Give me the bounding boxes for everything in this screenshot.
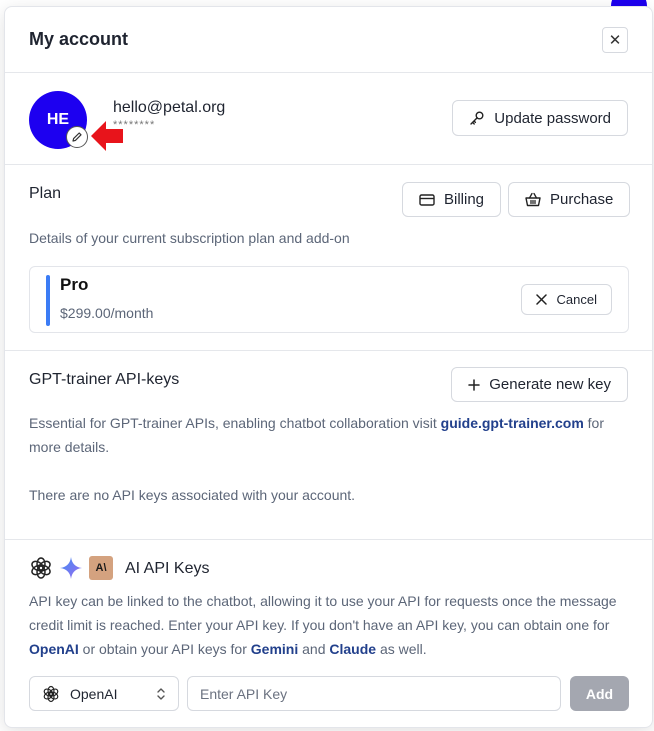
plan-name: Pro (60, 275, 89, 294)
purchase-button[interactable]: Purchase (508, 182, 631, 217)
openai-icon (31, 557, 51, 579)
pencil-icon (72, 132, 82, 142)
plan-section: Plan Billing Purchase Details of your cu… (5, 165, 652, 351)
plan-card: Pro $299.00/month Cancel (29, 266, 629, 333)
api-keys-description: Essential for GPT-trainer APIs, enabling… (29, 411, 629, 459)
ai-keys-description: API key can be linked to the chatbot, al… (29, 589, 629, 661)
account-email: hello@petal.org (113, 99, 226, 116)
billing-button[interactable]: Billing (402, 182, 502, 217)
update-password-label: Update password (494, 109, 611, 127)
credit-card-icon (419, 193, 435, 206)
gemini-icon (60, 557, 82, 579)
plan-description: Details of your current subscription pla… (29, 230, 350, 246)
ai-desc-1: API key can be linked to the chatbot, al… (29, 593, 617, 633)
provider-value: OpenAI (70, 685, 118, 702)
guide-link[interactable]: guide.gpt-trainer.com (441, 415, 584, 431)
ai-desc-2: or obtain your API keys for (78, 641, 251, 657)
add-key-button[interactable]: Add (570, 676, 629, 711)
ai-keys-title: AI API Keys (125, 560, 210, 577)
close-icon (535, 294, 547, 305)
key-icon (470, 111, 484, 125)
gemini-link[interactable]: Gemini (251, 641, 298, 657)
password-mask: ******** (113, 119, 156, 131)
modal-title: My account (29, 29, 129, 49)
openai-link[interactable]: OpenAI (29, 641, 79, 657)
cancel-plan-button[interactable]: Cancel (520, 284, 612, 315)
my-account-modal: My account ✕ HE hello@petal.org ********… (4, 6, 653, 728)
ai-api-keys-section: A\ AI API Keys API key can be linked to … (5, 540, 652, 720)
plan-price: $299.00/month (60, 305, 154, 321)
provider-select[interactable]: OpenAI (29, 676, 179, 711)
profile-section: HE hello@petal.org ******** Update passw… (5, 73, 652, 165)
ai-desc-3: and (298, 641, 330, 657)
chevron-updown-icon (157, 687, 165, 700)
close-icon: ✕ (608, 31, 622, 49)
plan-title: Plan (29, 185, 62, 202)
basket-icon (525, 192, 541, 207)
close-button[interactable]: ✕ (602, 26, 628, 53)
modal-header: My account ✕ (5, 7, 652, 73)
update-password-button[interactable]: Update password (452, 100, 628, 136)
api-keys-section: GPT-trainer API-keys Generate new key Es… (5, 351, 652, 540)
ai-desc-4: as well. (376, 641, 427, 657)
cancel-label: Cancel (556, 292, 597, 307)
api-keys-title: GPT-trainer API-keys (29, 371, 180, 388)
api-desc-prefix: Essential for GPT-trainer APIs, enabling… (29, 415, 441, 431)
claude-link[interactable]: Claude (329, 641, 376, 657)
plan-accent-bar (46, 275, 50, 326)
avatar-edit-button[interactable] (66, 126, 88, 148)
ai-provider-icons: A\ (29, 556, 113, 580)
api-key-input[interactable] (187, 676, 561, 711)
generate-key-label: Generate new key (489, 376, 611, 393)
purchase-label: Purchase (550, 191, 614, 208)
openai-icon (43, 685, 59, 702)
billing-label: Billing (444, 191, 485, 208)
plus-icon (468, 378, 480, 391)
anthropic-icon: A\ (89, 556, 113, 580)
generate-key-button[interactable]: Generate new key (451, 367, 628, 402)
avatar-initials: HE (46, 111, 70, 128)
api-keys-empty-text: There are no API keys associated with yo… (29, 487, 356, 503)
